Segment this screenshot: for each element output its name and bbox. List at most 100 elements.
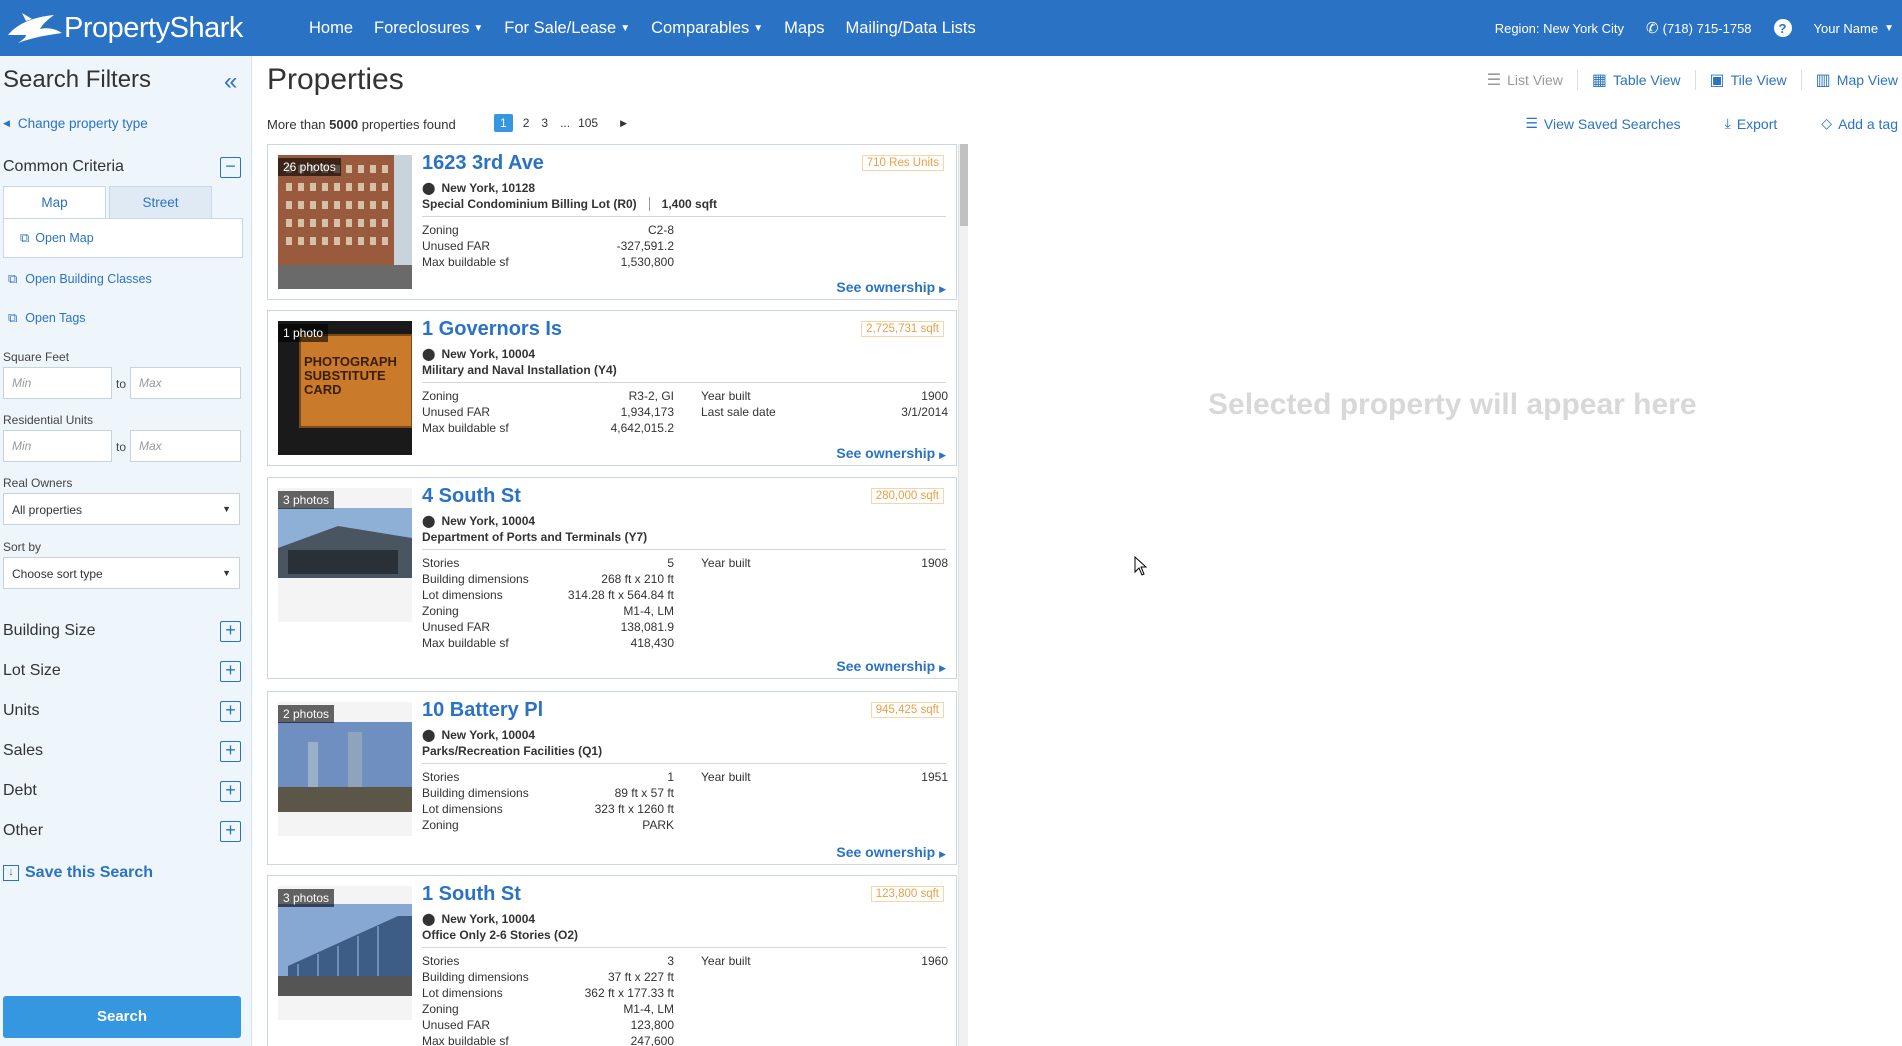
detail-key: Last sale date [701, 405, 776, 419]
tab-street[interactable]: Street [109, 186, 212, 218]
property-address[interactable]: 1 South St [422, 883, 521, 906]
page-3[interactable]: 3 [541, 116, 548, 130]
sort-by-select[interactable]: Choose sort type ▼ [3, 557, 240, 589]
section-units[interactable]: Units [3, 702, 39, 720]
property-address[interactable]: 1 Governors Is [422, 318, 562, 341]
help-button[interactable]: ? [1773, 19, 1792, 37]
list-scrollbar[interactable] [958, 144, 968, 1046]
nav-mailing-data-lists[interactable]: Mailing/Data Lists [846, 19, 976, 38]
detail-row: Lot dimensions 362 ft x 177.33 ft [422, 986, 674, 1002]
add-tag-link[interactable]: ◇ Add a tag [1821, 115, 1898, 132]
photo-count-badge: 1 photo [278, 324, 329, 342]
next-page-icon[interactable]: ▶ [620, 118, 627, 129]
tab-map[interactable]: Map [3, 186, 106, 218]
property-address[interactable]: 10 Battery Pl [422, 699, 543, 722]
nav-home[interactable]: Home [309, 19, 353, 38]
square-feet-min-input[interactable]: Min [3, 367, 112, 399]
res-units-max-input[interactable]: Max [130, 430, 241, 462]
section-other[interactable]: Other [3, 822, 43, 840]
square-feet-max-input[interactable]: Max [130, 367, 241, 399]
expand-plus-icon[interactable]: + [220, 661, 241, 682]
change-property-type-link[interactable]: ◀ Change property type [3, 116, 148, 131]
search-button[interactable]: Search [3, 996, 241, 1038]
expand-plus-icon[interactable]: + [220, 701, 241, 722]
see-ownership-link[interactable]: See ownership ▶ [836, 658, 946, 674]
export-link[interactable]: ⤓ Export [1725, 115, 1778, 132]
table-view-button[interactable]: ▦ Table View [1592, 70, 1696, 90]
list-view-label: List View [1507, 72, 1563, 88]
region-selector[interactable]: Region: New York City [1495, 21, 1624, 36]
property-card[interactable]: 2 photos 10 Battery Pl 945,425 sqft ⬤ New… [267, 691, 957, 865]
section-building-size[interactable]: Building Size [3, 622, 96, 640]
collapse-common-criteria-icon[interactable]: − [220, 157, 241, 178]
list-view-button[interactable]: ☰ List View [1487, 70, 1578, 90]
expand-plus-icon[interactable]: + [220, 781, 241, 802]
see-ownership-link[interactable]: See ownership ▶ [836, 279, 946, 295]
open-map-link[interactable]: ⧉ Open Map [20, 230, 94, 246]
page-last[interactable]: 105 [578, 116, 598, 130]
nav-maps[interactable]: Maps [784, 19, 824, 38]
property-photo[interactable]: PHOTOGRAPH SUBSTITUTE CARD 1 photo [278, 321, 412, 455]
detail-key: Building dimensions [422, 572, 529, 586]
map-view-button[interactable]: ▥ Map View [1816, 70, 1898, 90]
building-class: Department of Ports and Terminals (Y7) [422, 530, 647, 544]
city-zip: New York, 10128 [441, 181, 536, 195]
caret-down-icon: ▼ [753, 22, 764, 34]
page-1[interactable]: 1 [494, 114, 513, 132]
section-sales[interactable]: Sales [3, 742, 43, 760]
nav-comparables[interactable]: Comparables ▼ [651, 19, 763, 38]
common-criteria-header[interactable]: Common Criteria [3, 158, 124, 176]
brand-logo[interactable]: PropertyShark [4, 4, 243, 52]
property-address[interactable]: 1623 3rd Ave [422, 152, 544, 175]
see-ownership-link[interactable]: See ownership ▶ [836, 844, 946, 860]
section-debt[interactable]: Debt [3, 782, 37, 800]
view-saved-searches-link[interactable]: ☰ View Saved Searches [1525, 115, 1680, 132]
section-label: Lot Size [3, 662, 61, 679]
size-badge: 2,725,731 sqft [861, 321, 944, 337]
expand-plus-icon[interactable]: + [220, 621, 241, 642]
property-photo[interactable]: 3 photos [278, 886, 412, 1020]
save-search-link[interactable]: ↓ Save this Search [3, 864, 153, 882]
common-criteria-label: Common Criteria [3, 158, 124, 175]
detail-row: Unused FAR 1,934,173 [422, 405, 674, 421]
property-address[interactable]: 4 South St [422, 485, 521, 508]
property-card[interactable]: 26 photos 1623 3rd Ave 710 Res Units ⬤ Ne… [267, 144, 957, 300]
details-left: Stories 5 Building dimensions 268 ft x 210… [422, 556, 674, 652]
detail-row: Max buildable sf 418,430 [422, 636, 674, 652]
section-label: Units [3, 702, 40, 719]
property-photo[interactable]: 3 photos [278, 488, 412, 622]
chevron-right-icon: ▶ [939, 284, 946, 294]
photo-count-badge: 26 photos [278, 158, 341, 176]
phone-link[interactable]: ✆ (718) 715-1758 [1646, 19, 1751, 37]
section-lot-size[interactable]: Lot Size [3, 662, 61, 680]
collapse-sidebar-icon[interactable]: « [224, 68, 237, 96]
res-units-min-input[interactable]: Min [3, 430, 112, 462]
open-building-classes-link[interactable]: ⧉ Open Building Classes [8, 271, 152, 287]
property-card[interactable]: 3 photos 1 South St 123,800 sqft ⬤ New Yo… [267, 875, 957, 1046]
nav-for-sale-lease[interactable]: For Sale/Lease ▼ [504, 19, 630, 38]
property-card[interactable]: PHOTOGRAPH SUBSTITUTE CARD 1 photo 1 Gov… [267, 310, 957, 466]
see-ownership-link[interactable]: See ownership ▶ [836, 445, 946, 461]
property-photo[interactable]: 26 photos [278, 155, 412, 289]
detail-value: R3-2, GI [628, 389, 674, 403]
page-2[interactable]: 2 [523, 116, 530, 130]
detail-row: Unused FAR 138,081.9 [422, 620, 674, 636]
real-owners-select[interactable]: All properties ▼ [3, 493, 240, 525]
search-filters-sidebar: Search Filters « ◀ Change property type … [0, 56, 252, 1046]
city-zip: New York, 10004 [441, 347, 536, 361]
download-icon: ⤓ [1724, 115, 1731, 131]
property-photo[interactable]: 2 photos [278, 702, 412, 836]
nav-foreclosures[interactable]: Foreclosures ▼ [374, 19, 483, 38]
property-city: ⬤ New York, 10004 [422, 728, 535, 742]
open-tags-link[interactable]: ⧉ Open Tags [8, 310, 86, 326]
details-left: Stories 1 Building dimensions 89 ft x 57 f… [422, 770, 674, 834]
expand-plus-icon[interactable]: + [220, 821, 241, 842]
details-left: Zoning C2-8 Unused FAR -327,591.2 Max buil… [422, 223, 674, 271]
scrollbar-thumb[interactable] [960, 144, 968, 226]
user-menu[interactable]: Your Name ▼ [1814, 21, 1894, 36]
detail-row: Stories 5 [422, 556, 674, 572]
expand-plus-icon[interactable]: + [220, 741, 241, 762]
section-label: Sales [3, 742, 44, 759]
property-card[interactable]: 3 photos 4 South St 280,000 sqft ⬤ New Yo… [267, 477, 957, 679]
tile-view-button[interactable]: ▣ Tile View [1710, 70, 1802, 90]
